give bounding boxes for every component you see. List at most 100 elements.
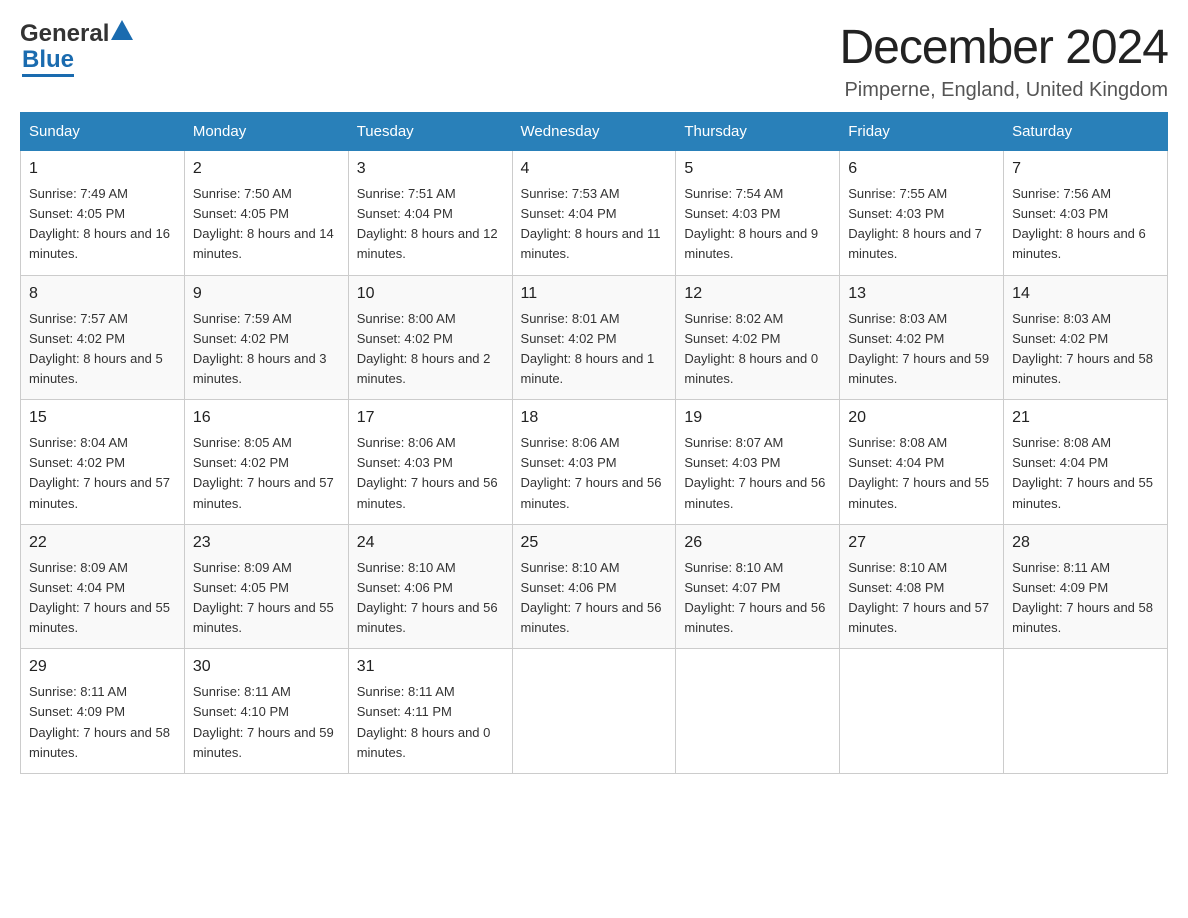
calendar-cell-w5-d3: 31Sunrise: 8:11 AMSunset: 4:11 PMDayligh… [348, 649, 512, 774]
col-thursday: Thursday [676, 113, 840, 151]
logo-general: General [20, 20, 109, 48]
calendar-cell-w2-d5: 12 Sunrise: 8:02 AMSunset: 4:02 PMDayligh… [676, 275, 840, 400]
calendar-cell-w5-d2: 30 Sunrise: 8:11 AMSunset: 4:10 PMDayligh… [184, 649, 348, 774]
day-info: Sunrise: 8:11 AMSunset: 4:09 PMDaylight:… [1012, 558, 1159, 639]
day-number: 8 [29, 282, 176, 306]
day-info: Sunrise: 8:02 AMSunset: 4:02 PMDaylight:… [684, 309, 831, 390]
col-monday: Monday [184, 113, 348, 151]
logo-triangle-icon [111, 20, 133, 48]
day-info: Sunrise: 8:01 AMSunset: 4:02 PMDaylight:… [521, 309, 668, 390]
calendar-cell-w2-d1: 8 Sunrise: 7:57 AMSunset: 4:02 PMDaylight… [21, 275, 185, 400]
col-friday: Friday [840, 113, 1004, 151]
day-info: Sunrise: 8:03 AMSunset: 4:02 PMDaylight:… [848, 309, 995, 390]
day-info: Sunrise: 8:04 AMSunset: 4:02 PMDaylight:… [29, 433, 176, 514]
day-number: 17 [357, 406, 504, 430]
day-number: 22 [29, 531, 176, 555]
day-number: 27 [848, 531, 995, 555]
calendar-cell-w1-d2: 2 Sunrise: 7:50 AMSunset: 4:05 PMDaylight… [184, 151, 348, 276]
col-tuesday: Tuesday [348, 113, 512, 151]
logo-blue: Blue [22, 46, 74, 77]
calendar-cell-w1-d1: 1 Sunrise: 7:49 AMSunset: 4:05 PMDaylight… [21, 151, 185, 276]
calendar-cell-w3-d2: 16 Sunrise: 8:05 AMSunset: 4:02 PMDayligh… [184, 400, 348, 525]
calendar-header-row: Sunday Monday Tuesday Wednesday Thursday… [21, 113, 1168, 151]
calendar-cell-w1-d7: 7Sunrise: 7:56 AMSunset: 4:03 PMDaylight… [1004, 151, 1168, 276]
calendar-cell-w4-d4: 25 Sunrise: 8:10 AMSunset: 4:06 PMDayligh… [512, 524, 676, 649]
day-number: 1 [29, 157, 176, 181]
calendar-cell-w3-d4: 18 Sunrise: 8:06 AMSunset: 4:03 PMDayligh… [512, 400, 676, 525]
calendar-cell-w1-d6: 6 Sunrise: 7:55 AMSunset: 4:03 PMDaylight… [840, 151, 1004, 276]
day-info: Sunrise: 8:08 AMSunset: 4:04 PMDaylight:… [1012, 433, 1159, 514]
day-info: Sunrise: 7:59 AMSunset: 4:02 PMDaylight:… [193, 309, 340, 390]
day-info: Sunrise: 8:05 AMSunset: 4:02 PMDaylight:… [193, 433, 340, 514]
day-info: Sunrise: 7:56 AMSunset: 4:03 PMDaylight:… [1012, 184, 1159, 265]
calendar-cell-w5-d6 [840, 649, 1004, 774]
day-number: 12 [684, 282, 831, 306]
calendar-cell-w3-d3: 17 Sunrise: 8:06 AMSunset: 4:03 PMDayligh… [348, 400, 512, 525]
day-number: 30 [193, 655, 340, 679]
calendar-cell-w4-d5: 26Sunrise: 8:10 AMSunset: 4:07 PMDayligh… [676, 524, 840, 649]
calendar-cell-w2-d4: 11 Sunrise: 8:01 AMSunset: 4:02 PMDayligh… [512, 275, 676, 400]
calendar-cell-w2-d7: 14Sunrise: 8:03 AMSunset: 4:02 PMDayligh… [1004, 275, 1168, 400]
calendar-week-2: 8 Sunrise: 7:57 AMSunset: 4:02 PMDaylight… [21, 275, 1168, 400]
day-number: 28 [1012, 531, 1159, 555]
day-info: Sunrise: 8:10 AMSunset: 4:06 PMDaylight:… [521, 558, 668, 639]
day-info: Sunrise: 8:09 AMSunset: 4:04 PMDaylight:… [29, 558, 176, 639]
day-number: 18 [521, 406, 668, 430]
calendar-cell-w4-d2: 23 Sunrise: 8:09 AMSunset: 4:05 PMDayligh… [184, 524, 348, 649]
day-number: 6 [848, 157, 995, 181]
day-info: Sunrise: 7:51 AMSunset: 4:04 PMDaylight:… [357, 184, 504, 265]
calendar-cell-w4-d1: 22 Sunrise: 8:09 AMSunset: 4:04 PMDayligh… [21, 524, 185, 649]
calendar-cell-w3-d1: 15Sunrise: 8:04 AMSunset: 4:02 PMDayligh… [21, 400, 185, 525]
day-info: Sunrise: 7:53 AMSunset: 4:04 PMDaylight:… [521, 184, 668, 265]
calendar-cell-w3-d6: 20Sunrise: 8:08 AMSunset: 4:04 PMDayligh… [840, 400, 1004, 525]
day-number: 9 [193, 282, 340, 306]
calendar-table: Sunday Monday Tuesday Wednesday Thursday… [20, 112, 1168, 774]
day-number: 24 [357, 531, 504, 555]
day-info: Sunrise: 8:07 AMSunset: 4:03 PMDaylight:… [684, 433, 831, 514]
calendar-cell-w5-d4 [512, 649, 676, 774]
day-number: 20 [848, 406, 995, 430]
calendar-cell-w3-d7: 21 Sunrise: 8:08 AMSunset: 4:04 PMDayligh… [1004, 400, 1168, 525]
day-info: Sunrise: 8:00 AMSunset: 4:02 PMDaylight:… [357, 309, 504, 390]
day-info: Sunrise: 8:11 AMSunset: 4:10 PMDaylight:… [193, 682, 340, 763]
day-number: 25 [521, 531, 668, 555]
day-info: Sunrise: 7:57 AMSunset: 4:02 PMDaylight:… [29, 309, 176, 390]
day-info: Sunrise: 8:11 AMSunset: 4:11 PMDaylight:… [357, 682, 504, 763]
day-info: Sunrise: 8:06 AMSunset: 4:03 PMDaylight:… [357, 433, 504, 514]
calendar-week-4: 22 Sunrise: 8:09 AMSunset: 4:04 PMDayligh… [21, 524, 1168, 649]
day-info: Sunrise: 8:09 AMSunset: 4:05 PMDaylight:… [193, 558, 340, 639]
calendar-cell-w5-d7 [1004, 649, 1168, 774]
day-info: Sunrise: 8:10 AMSunset: 4:08 PMDaylight:… [848, 558, 995, 639]
calendar-cell-w2-d2: 9 Sunrise: 7:59 AMSunset: 4:02 PMDaylight… [184, 275, 348, 400]
calendar-cell-w1-d4: 4Sunrise: 7:53 AMSunset: 4:04 PMDaylight… [512, 151, 676, 276]
calendar-cell-w4-d6: 27 Sunrise: 8:10 AMSunset: 4:08 PMDayligh… [840, 524, 1004, 649]
calendar-week-3: 15Sunrise: 8:04 AMSunset: 4:02 PMDayligh… [21, 400, 1168, 525]
day-number: 21 [1012, 406, 1159, 430]
calendar-cell-w2-d6: 13Sunrise: 8:03 AMSunset: 4:02 PMDayligh… [840, 275, 1004, 400]
col-wednesday: Wednesday [512, 113, 676, 151]
day-number: 3 [357, 157, 504, 181]
col-sunday: Sunday [21, 113, 185, 151]
calendar-cell-w4-d7: 28 Sunrise: 8:11 AMSunset: 4:09 PMDayligh… [1004, 524, 1168, 649]
calendar-week-5: 29 Sunrise: 8:11 AMSunset: 4:09 PMDayligh… [21, 649, 1168, 774]
day-number: 11 [521, 282, 668, 306]
day-info: Sunrise: 8:06 AMSunset: 4:03 PMDaylight:… [521, 433, 668, 514]
day-info: Sunrise: 8:10 AMSunset: 4:06 PMDaylight:… [357, 558, 504, 639]
calendar-cell-w3-d5: 19 Sunrise: 8:07 AMSunset: 4:03 PMDayligh… [676, 400, 840, 525]
calendar-cell-w5-d5 [676, 649, 840, 774]
calendar-cell-w5-d1: 29 Sunrise: 8:11 AMSunset: 4:09 PMDayligh… [21, 649, 185, 774]
day-info: Sunrise: 8:10 AMSunset: 4:07 PMDaylight:… [684, 558, 831, 639]
col-saturday: Saturday [1004, 113, 1168, 151]
day-info: Sunrise: 7:49 AMSunset: 4:05 PMDaylight:… [29, 184, 176, 265]
day-number: 29 [29, 655, 176, 679]
day-number: 23 [193, 531, 340, 555]
day-number: 2 [193, 157, 340, 181]
day-info: Sunrise: 7:54 AMSunset: 4:03 PMDaylight:… [684, 184, 831, 265]
day-number: 16 [193, 406, 340, 430]
calendar-cell-w1-d3: 3 Sunrise: 7:51 AMSunset: 4:04 PMDaylight… [348, 151, 512, 276]
day-info: Sunrise: 8:11 AMSunset: 4:09 PMDaylight:… [29, 682, 176, 763]
day-info: Sunrise: 7:55 AMSunset: 4:03 PMDaylight:… [848, 184, 995, 265]
day-info: Sunrise: 7:50 AMSunset: 4:05 PMDaylight:… [193, 184, 340, 265]
title-block: December 2024 Pimperne, England, United … [839, 20, 1168, 102]
day-number: 19 [684, 406, 831, 430]
